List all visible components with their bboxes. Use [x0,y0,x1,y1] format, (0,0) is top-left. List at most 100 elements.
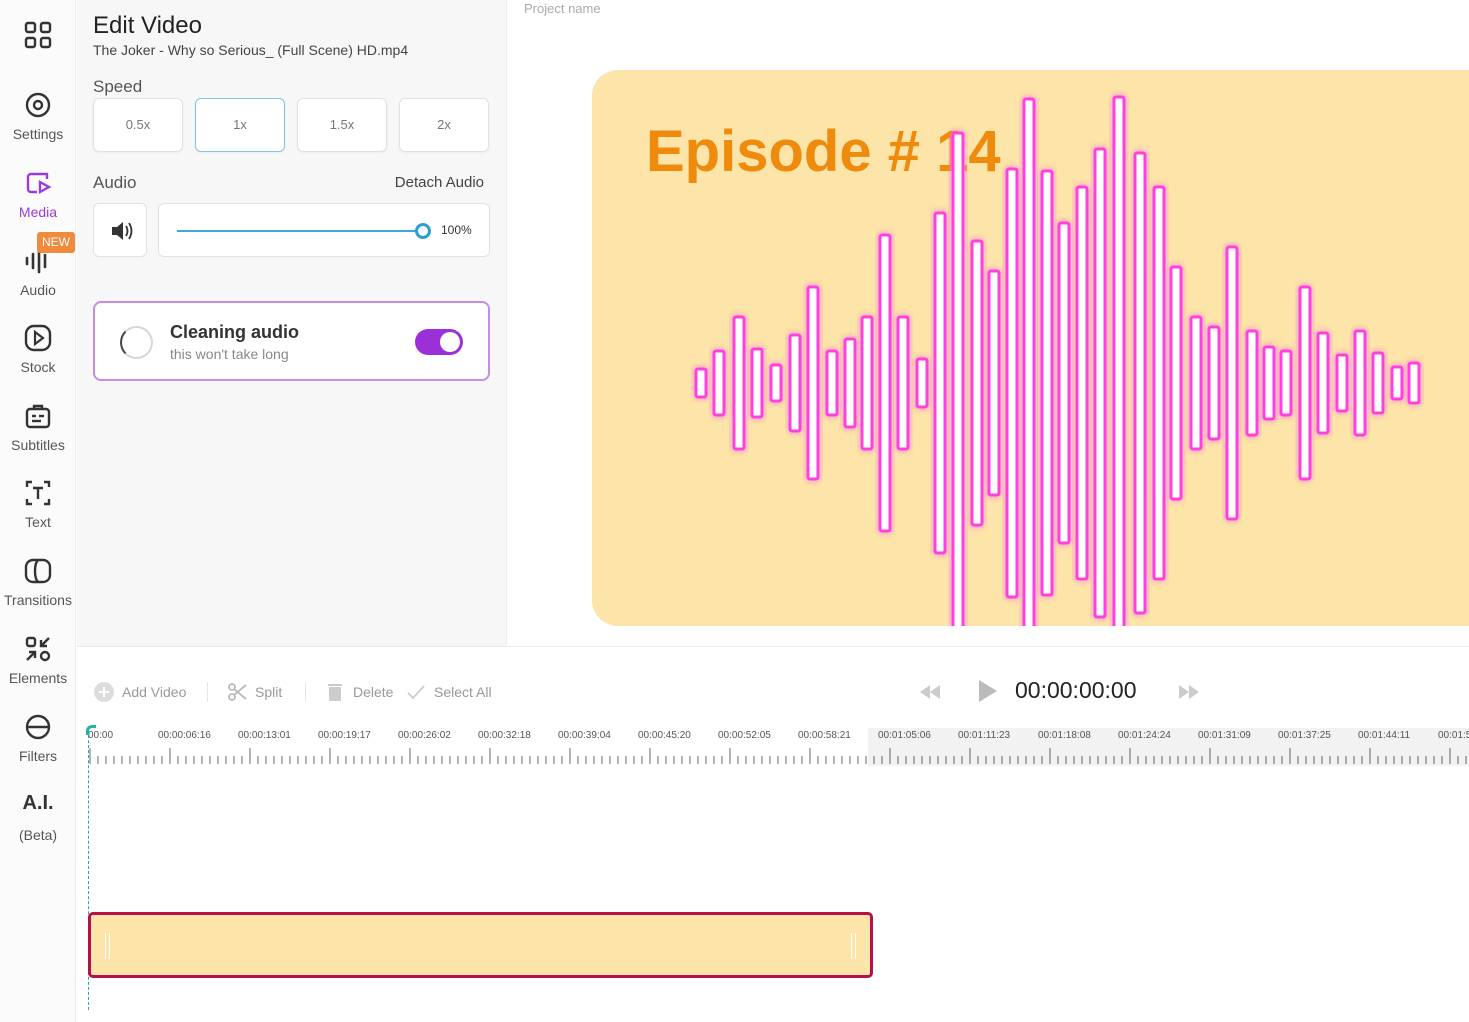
sidebar-item-subtitles[interactable]: Subtitles [0,401,76,453]
subtitles-icon [25,404,51,429]
divider [77,646,1469,647]
sidebar-item-media[interactable]: Media [0,168,76,220]
playhead-handle[interactable] [86,725,96,735]
play-button[interactable] [977,678,999,704]
waveform-bar [878,233,892,533]
audio-label: Audio [93,173,137,192]
sidebar-item-label: Stock [20,359,56,375]
sidebar-item-label: Transitions [4,592,72,608]
sidebar-item-label: Text [25,514,51,530]
sidebar-item-label: Media [18,204,58,220]
sidebar-item-audio[interactable]: Audio [0,246,76,298]
settings-icon [25,92,51,118]
volume-slider-track[interactable] [177,230,423,232]
video-clip[interactable] [88,912,873,978]
waveform-bar [1390,365,1404,401]
timeline-tick-label: 00:00:32:18 [478,730,531,741]
grid-icon [24,21,52,49]
rewind-button[interactable] [918,682,942,702]
timeline-tick-label: 00:00:13:01 [238,730,291,741]
cleaning-audio-subtitle: this won't take long [170,346,289,362]
sidebar-item-label: Filters [18,748,58,764]
sidebar-item-label: Elements [8,670,68,686]
sidebar-item-ai[interactable]: A.I. (Beta) [0,792,76,843]
timeline-tick-label: 00:00:52:05 [718,730,771,741]
text-icon [25,480,51,506]
select-all-label: Select All [434,684,492,700]
timecode-display: 00:00:00:00 [1015,677,1137,703]
volume-slider-thumb[interactable] [415,223,431,239]
checkmark-icon [407,685,425,700]
fast-forward-icon [1179,685,1199,699]
waveform-bar [1005,167,1019,599]
waveform-bar [769,363,783,403]
waveform-bar [933,211,947,555]
sidebar-item-label: Subtitles [11,437,65,453]
sidebar-item-filters[interactable]: Filters [0,712,76,764]
waveform-bar [1040,169,1054,597]
loading-spinner-icon [120,326,153,359]
waveform-bar [860,315,874,451]
new-badge: NEW [37,232,75,253]
waveform-bar [1353,329,1367,437]
add-video-button[interactable]: Add Video [94,682,186,702]
sidebar-item-elements[interactable]: Elements [0,634,76,686]
video-preview-canvas[interactable]: Episode # 14 [592,70,1469,626]
media-icon [26,172,52,195]
waveform-bar [1245,329,1259,437]
clean-audio-toggle[interactable] [415,329,463,355]
speed-option-2x[interactable]: 2x [399,98,489,152]
detach-audio-link[interactable]: Detach Audio [395,174,484,191]
waveform-bar [1022,97,1036,626]
scissors-icon [228,683,247,701]
speed-option-1x[interactable]: 1x [195,98,285,152]
waveform-bar [1057,221,1071,545]
waveform-bar [806,285,820,481]
timeline-tick-label: 00:00:58:21 [798,730,851,741]
split-button[interactable]: Split [227,682,282,702]
waveform-bar [1075,185,1089,581]
waveform-bar [788,333,802,433]
waveform-bar [1169,265,1183,501]
timeline-ruler[interactable] [88,744,1469,766]
clip-left-handle[interactable] [105,933,110,959]
rewind-icon [920,685,940,699]
timeline-tick-label: 00:01:11:23 [958,730,1011,741]
speed-option-1-5x[interactable]: 1.5x [297,98,387,152]
project-name-input[interactable]: Project name [524,1,601,16]
sidebar-item-text[interactable]: Text [0,478,76,530]
apps-grid-button[interactable] [0,20,76,56]
fast-forward-button[interactable] [1177,682,1201,702]
timeline-tick-label: 00:01:31:09 [1198,730,1251,741]
add-circle-icon [94,682,114,702]
panel-title: Edit Video [93,12,202,39]
timeline-tick-label: 00:01:05:06 [878,730,931,741]
add-video-label: Add Video [122,684,187,700]
sidebar-item-settings[interactable]: Settings [0,90,76,142]
ai-label: A.I. [22,792,54,814]
timeline-tick-label: 00:01:44:11 [1358,730,1411,741]
sidebar-item-stock[interactable]: Stock [0,323,76,375]
delete-button[interactable]: Delete [325,682,393,702]
toolbar-divider [305,682,306,702]
timeline-tick-label: 00:01:18:08 [1038,730,1091,741]
video-filename: The Joker - Why so Serious_ (Full Scene)… [93,42,409,58]
waveform-bar [896,315,910,451]
sidebar-item-transitions[interactable]: Transitions [0,556,76,608]
waveform-bar [970,239,984,527]
mute-button[interactable] [93,203,147,257]
select-all-button[interactable]: Select All [406,682,492,702]
waveform-bar [1225,245,1239,521]
waveform-bar [694,367,708,399]
clip-right-handle[interactable] [851,933,856,959]
timeline-tick-label: 00:00:06:16 [158,730,211,741]
waveform-bar [732,315,746,451]
speed-option-0-5x[interactable]: 0.5x [93,98,183,152]
elements-icon [25,636,51,662]
waveform-bar [1133,151,1147,615]
waveform-bar [1407,361,1421,405]
waveform-bar [915,357,929,409]
waveform-bar [1093,147,1107,619]
split-label: Split [255,684,283,700]
edit-video-panel: Edit Video The Joker - Why so Serious_ (… [77,0,507,646]
